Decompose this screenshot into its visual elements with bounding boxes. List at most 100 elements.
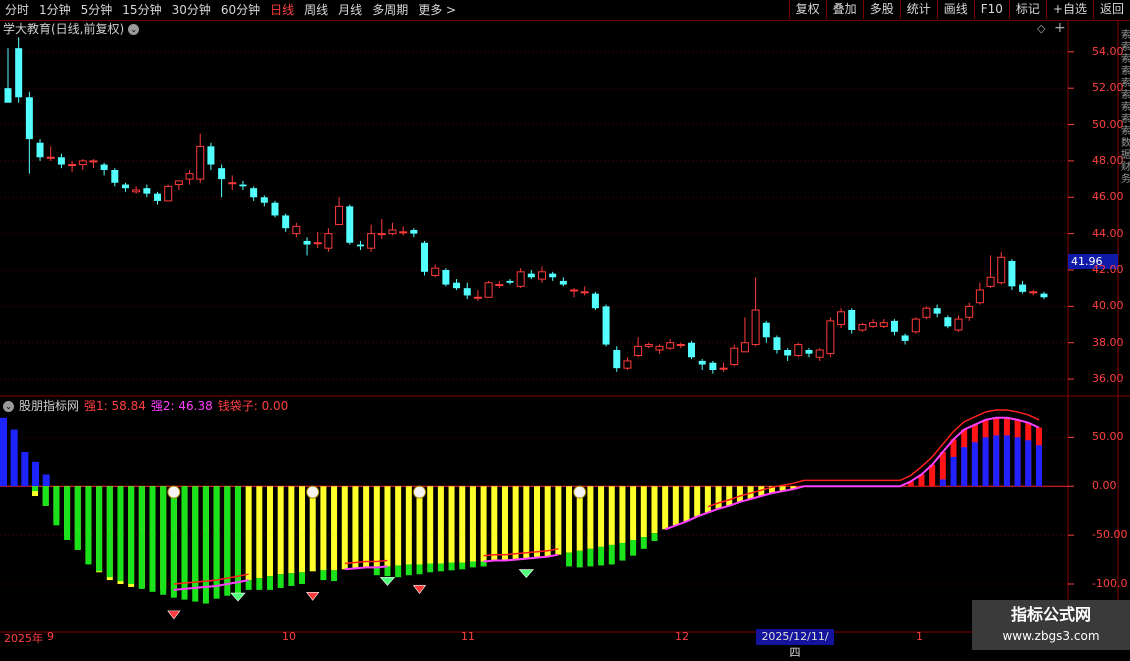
candle-body-down: [303, 240, 311, 245]
candle-body-up: [740, 342, 749, 353]
coin-icon: [413, 485, 427, 499]
candle-body-up: [676, 344, 685, 347]
candle-body-down: [463, 288, 471, 296]
bar-yellow: [256, 486, 263, 579]
red-diamond-icon: [306, 592, 320, 601]
y-axis-label-main: 54.00: [1092, 44, 1124, 58]
bar-green-tail: [576, 550, 583, 568]
bar-blue-inner: [982, 437, 989, 487]
candle-body-up: [164, 185, 173, 202]
candle-body-down: [143, 188, 151, 194]
bar-blue-inner: [1014, 437, 1021, 487]
bar-blue: [0, 417, 7, 487]
candle-body-up: [666, 342, 675, 349]
candle-body-down: [4, 88, 12, 103]
bar-blue-inner: [1003, 435, 1010, 487]
candle-body-up: [655, 345, 664, 351]
candle-body-down: [346, 206, 354, 243]
y-axis-label-main: 52.00: [1092, 81, 1124, 95]
y-axis-label-main: 46.00: [1092, 190, 1124, 204]
bar-blue-inner: [971, 442, 978, 487]
candle-body-down: [1040, 293, 1048, 298]
y-axis-label-main: 38.00: [1092, 335, 1124, 349]
bar-blue-inner: [939, 479, 946, 487]
x-axis-label-jan: 1: [916, 630, 923, 643]
candle-body-down: [1008, 260, 1016, 287]
x-axis-label-nov: 11: [461, 630, 475, 643]
bar-green-tail: [373, 567, 380, 576]
candle-body-up: [516, 271, 525, 287]
candle-body-down: [250, 188, 258, 198]
candle-body-down: [602, 306, 610, 345]
bar-green-tail: [256, 578, 263, 590]
bar-yellow: [309, 486, 316, 572]
bar-yellow: [352, 486, 359, 569]
bar-yellow: [341, 486, 348, 570]
bar-green-tail: [448, 562, 455, 571]
indicator-value-q1: 强1: 58.84: [84, 399, 146, 413]
y-axis-label-main: 42.00: [1092, 263, 1124, 276]
candle-body-up: [837, 311, 846, 326]
bar-green-tail: [608, 544, 615, 565]
bar-yellow: [491, 486, 498, 561]
bar-green-tail: [277, 574, 284, 588]
bar-blue: [21, 452, 29, 487]
green-diamond-icon: [518, 569, 534, 579]
x-axis-label-dec: 12: [675, 630, 689, 643]
candle-body-down: [154, 193, 162, 201]
bar-green-tail: [427, 563, 434, 573]
line-strength-1: [707, 409, 1040, 508]
candle-body-up: [965, 305, 974, 318]
candle-body-up: [473, 296, 482, 299]
candle-body-down: [121, 184, 129, 189]
candle-body-up: [228, 182, 237, 185]
candle-body-up: [377, 233, 386, 236]
candle-body-down: [453, 282, 461, 289]
candle-body-up: [484, 282, 493, 298]
bar-yellow: [501, 486, 508, 561]
bar-green-tail: [245, 580, 252, 590]
crosshair-date-label: 2025/12/11/四: [756, 629, 834, 659]
candle-body-up: [388, 229, 397, 235]
bar-yellow: [384, 486, 391, 567]
candle-body-up: [570, 289, 579, 292]
bar-green: [138, 486, 145, 589]
bar-green: [224, 486, 231, 596]
indicator-value-q2: 强2: 46.38: [150, 399, 213, 413]
bar-green-tail: [320, 570, 327, 581]
bar-green: [64, 486, 71, 541]
candle-body-up: [986, 276, 995, 287]
bar-green: [53, 486, 60, 526]
candle-body-up: [954, 318, 963, 331]
bar-yellow: [459, 486, 466, 563]
candle-body-up: [196, 145, 205, 180]
bar-yellow: [437, 486, 444, 564]
bar-yellow: [448, 486, 455, 563]
y-axis-label-ind: 50.00: [1092, 430, 1124, 444]
coin-icon: [167, 485, 181, 499]
candle-body-up: [538, 271, 546, 280]
candle-body-down: [848, 310, 856, 330]
bar-yellow: [544, 486, 551, 557]
bar-yellow: [320, 486, 327, 571]
bar-green: [42, 486, 49, 506]
candle-body-up: [975, 289, 984, 304]
candle-body-up: [623, 360, 632, 369]
candle-body-up: [292, 225, 301, 235]
candle-body-up: [78, 160, 87, 166]
candle-body-down: [218, 168, 226, 180]
bar-blue-inner: [961, 447, 968, 487]
bar-yellow: [651, 486, 658, 534]
bar-green-tail: [267, 576, 273, 590]
bar-yellow: [512, 486, 519, 560]
bar-green-tail: [630, 540, 637, 556]
bar-yellow: [299, 486, 306, 573]
candle-body-up: [719, 367, 728, 370]
chart-canvas[interactable]: [0, 0, 1130, 650]
chevron-down-icon[interactable]: ⌄: [3, 400, 14, 412]
bar-yellow: [608, 486, 615, 545]
side-panel-collapsed[interactable]: 索索索索索索索索索数据财务: [1121, 30, 1130, 186]
candle-body-down: [688, 342, 696, 358]
x-axis-label-oct: 10: [282, 630, 296, 643]
candle-body-down: [100, 164, 108, 170]
